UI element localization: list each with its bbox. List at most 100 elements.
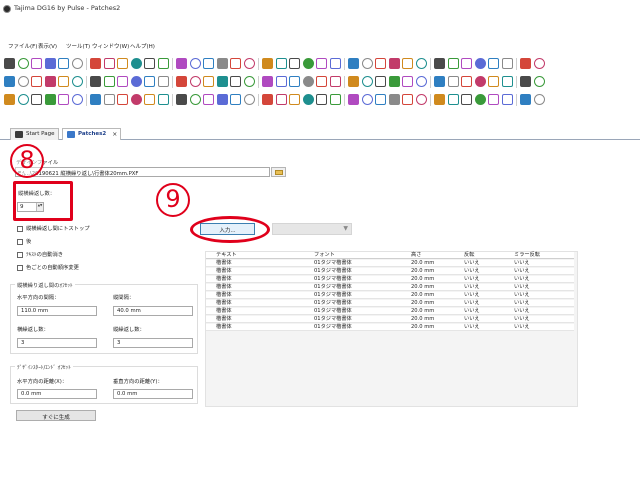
table-row[interactable]: 楷書体 01タジマ楷書体 20.0 mm いいえ いいえ — [206, 284, 574, 291]
redo-icon[interactable] — [117, 58, 128, 69]
scissors-icon[interactable] — [388, 94, 400, 105]
stitch-icon[interactable] — [520, 76, 531, 87]
col-header-font[interactable]: フォント — [314, 252, 335, 259]
menu-window[interactable]: ウィンドウ(W) — [92, 42, 129, 50]
hand-icon[interactable] — [302, 94, 314, 105]
checkbox-color-order[interactable]: 色ごとの自動順序変更 — [17, 263, 79, 271]
hand-icon[interactable] — [533, 94, 545, 105]
col-header-text[interactable]: テキスト — [216, 252, 237, 259]
fill-icon[interactable] — [402, 76, 413, 87]
scissors-icon[interactable] — [157, 94, 169, 105]
save-icon[interactable] — [262, 58, 273, 69]
arrow-icon[interactable] — [361, 76, 373, 87]
checkbox-stop-between[interactable]: 縦横繰返し間にトストップ — [17, 224, 90, 232]
v-spacing-field[interactable]: 40.0 mm — [113, 306, 193, 316]
circle-icon[interactable] — [157, 58, 169, 69]
folder-icon[interactable] — [262, 76, 273, 87]
monitor-icon[interactable] — [144, 94, 155, 105]
table-row[interactable]: 楷書体 01タジマ楷書体 20.0 mm いいえ いいえ — [206, 324, 574, 331]
monogram-icon[interactable] — [17, 94, 29, 105]
wave-icon[interactable] — [189, 58, 201, 69]
print-icon[interactable] — [275, 58, 287, 69]
copy-icon[interactable] — [71, 58, 83, 69]
table-row[interactable]: 楷書体 01タジマ楷書体 20.0 mm いいえ いいえ — [206, 308, 574, 315]
v-distance-field[interactable]: 0.0 mm — [113, 389, 193, 399]
letter-icon[interactable] — [461, 94, 472, 105]
import-icon[interactable] — [533, 76, 545, 87]
blade-icon[interactable] — [144, 76, 155, 87]
wave-icon[interactable] — [415, 58, 427, 69]
save-icon[interactable] — [488, 58, 499, 69]
arrow-icon[interactable] — [130, 76, 142, 87]
print-icon[interactable] — [44, 58, 56, 69]
pen-icon[interactable] — [361, 58, 373, 69]
image-icon[interactable] — [17, 76, 29, 87]
grid-icon[interactable] — [461, 76, 472, 87]
menu-tools[interactable]: ツール(T) — [66, 42, 90, 50]
paste-icon[interactable] — [90, 58, 101, 69]
h-distance-field[interactable]: 0.0 mm — [17, 389, 97, 399]
monogram-icon[interactable] — [474, 94, 486, 105]
table-row[interactable]: 楷書体 01タジマ楷書体 20.0 mm いいえ いいえ — [206, 276, 574, 283]
checkbox-box[interactable] — [17, 264, 23, 271]
folder-icon[interactable] — [31, 76, 42, 87]
select-icon[interactable] — [316, 76, 327, 87]
shirt-icon[interactable] — [402, 58, 413, 69]
applique-icon[interactable] — [488, 94, 499, 105]
heart-icon[interactable] — [189, 94, 201, 105]
cut-icon[interactable] — [58, 58, 69, 69]
redraw-icon[interactable] — [44, 94, 56, 105]
cut-icon[interactable] — [289, 58, 300, 69]
new-file-icon[interactable] — [461, 58, 472, 69]
export-icon[interactable] — [275, 76, 287, 87]
redraw-icon[interactable] — [275, 94, 287, 105]
heart-icon[interactable] — [415, 94, 427, 105]
letter-icon[interactable] — [4, 94, 15, 105]
checkbox-box[interactable] — [17, 225, 23, 232]
checkbox-box[interactable] — [17, 251, 23, 258]
menu-file[interactable]: ファイル(F) — [8, 42, 37, 50]
tab-start-page[interactable]: Start Page — [10, 128, 59, 140]
tab-patches2[interactable]: Patches2 × — [62, 128, 122, 140]
grid-icon[interactable] — [230, 76, 241, 87]
record-icon[interactable] — [203, 94, 214, 105]
preview-icon[interactable] — [361, 94, 373, 105]
col-header-reverse[interactable]: 反転 — [464, 252, 474, 259]
browse-folder-button[interactable] — [271, 167, 286, 177]
blade-icon[interactable] — [375, 76, 386, 87]
open-icon[interactable] — [243, 58, 255, 69]
tatami-icon[interactable] — [415, 76, 427, 87]
circle-icon[interactable] — [388, 58, 400, 69]
node-icon[interactable] — [117, 76, 128, 87]
new-file-icon[interactable] — [230, 58, 241, 69]
applique-icon[interactable] — [262, 94, 273, 105]
input-dropdown[interactable]: ▼ — [272, 223, 352, 235]
pen-icon[interactable] — [130, 58, 142, 69]
menu-help[interactable]: ヘルプ(H) — [130, 42, 155, 50]
text-icon[interactable] — [289, 94, 300, 105]
checkbox-after[interactable]: 後 — [17, 237, 31, 245]
undo-icon[interactable] — [329, 58, 341, 69]
color-icon[interactable] — [216, 58, 228, 69]
paste-icon[interactable] — [316, 58, 327, 69]
pattern-icon[interactable] — [157, 76, 169, 87]
run-icon[interactable] — [203, 76, 214, 87]
table-row[interactable]: 楷書体 01タジマ楷書体 20.0 mm いいえ いいえ — [206, 268, 574, 275]
zoom-in-icon[interactable] — [316, 94, 327, 105]
stitch-icon[interactable] — [203, 58, 214, 69]
table-row[interactable]: 楷書体 01タジマ楷書体 20.0 mm いいえ いいえ — [206, 292, 574, 299]
image-icon[interactable] — [474, 76, 486, 87]
shirt-icon[interactable] — [176, 58, 187, 69]
redraw-icon[interactable] — [501, 94, 513, 105]
zoom-out-icon[interactable] — [103, 94, 115, 105]
applique-icon[interactable] — [31, 94, 42, 105]
zigzag-icon[interactable] — [216, 76, 228, 87]
zigzag-icon[interactable] — [447, 76, 459, 87]
info-icon[interactable] — [447, 94, 459, 105]
pattern-icon[interactable] — [388, 76, 400, 87]
undo-icon[interactable] — [103, 58, 115, 69]
col-header-mirror[interactable]: ミラー反転 — [514, 252, 540, 259]
import-icon[interactable] — [71, 76, 83, 87]
ruler-icon[interactable] — [402, 94, 413, 105]
preview-icon[interactable] — [130, 94, 142, 105]
